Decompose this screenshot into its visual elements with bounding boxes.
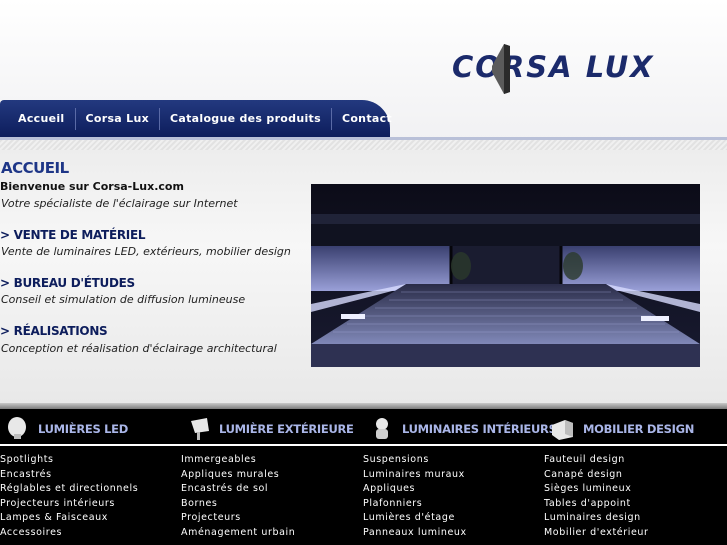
list-item[interactable]: Suspensions bbox=[363, 453, 467, 468]
list-item[interactable]: Appliques bbox=[363, 482, 467, 497]
site-logo[interactable]: CORSA LUX bbox=[452, 44, 722, 96]
outdoor-spotlight-icon bbox=[191, 418, 209, 440]
category-led-header[interactable]: LUMIÈRES LED bbox=[6, 413, 128, 445]
category-interior-header[interactable]: LUMINAIRES INTÉRIEURS bbox=[370, 413, 557, 445]
list-item[interactable]: Tables d'appoint bbox=[544, 497, 649, 512]
category-furniture-list: Fauteuil design Canapé design Sièges lum… bbox=[544, 453, 649, 540]
list-item[interactable]: Luminaires design bbox=[544, 511, 649, 526]
category-furniture-header[interactable]: MOBILIER DESIGN bbox=[551, 413, 694, 445]
list-item[interactable]: Encastrés bbox=[0, 468, 138, 483]
list-item[interactable]: Accessoires bbox=[0, 526, 138, 541]
nav-contact[interactable]: Contact bbox=[332, 108, 402, 130]
section-realisations-title[interactable]: > RÉALISATIONS bbox=[0, 324, 108, 338]
nav-corsa-lux[interactable]: Corsa Lux bbox=[76, 107, 160, 130]
category-interior-title: LUMINAIRES INTÉRIEURS bbox=[402, 422, 557, 436]
list-item[interactable]: Sièges lumineux bbox=[544, 482, 649, 497]
list-item[interactable]: Encastrés de sol bbox=[181, 482, 295, 497]
list-item[interactable]: Plafonniers bbox=[363, 497, 467, 512]
category-outdoor-list: Immergeables Appliques murales Encastrés… bbox=[181, 453, 295, 540]
section-vente-desc: Vente de luminaires LED, extérieurs, mob… bbox=[1, 245, 291, 258]
list-item[interactable]: Lumières d'étage bbox=[363, 511, 467, 526]
section-vente-title[interactable]: > VENTE DE MATÉRIEL bbox=[0, 228, 145, 242]
list-item[interactable]: Fauteuil design bbox=[544, 453, 649, 468]
list-item[interactable]: Projecteurs intérieurs bbox=[0, 497, 138, 512]
list-item[interactable]: Panneaux lumineux bbox=[363, 526, 467, 541]
category-interior-list: Suspensions Luminaires muraux Appliques … bbox=[363, 453, 467, 540]
list-item[interactable]: Luminaires muraux bbox=[363, 468, 467, 483]
list-item[interactable]: Appliques murales bbox=[181, 468, 295, 483]
main-content: ACCUEIL Bienvenue sur Corsa-Lux.com Votr… bbox=[0, 140, 727, 406]
tagline: Votre spécialiste de l'éclairage sur Int… bbox=[1, 197, 238, 210]
design-furniture-icon bbox=[552, 420, 573, 440]
list-item[interactable]: Spotlights bbox=[0, 453, 138, 468]
nav-catalogue[interactable]: Catalogue des produits bbox=[160, 107, 332, 130]
category-led-list: Spotlights Encastrés Réglables et direct… bbox=[0, 453, 138, 540]
list-item[interactable]: Immergeables bbox=[181, 453, 295, 468]
corsa-lux-logo-mark-icon bbox=[492, 44, 510, 94]
led-bulb-icon bbox=[8, 417, 26, 439]
list-item[interactable]: Bornes bbox=[181, 497, 295, 512]
featured-photo bbox=[311, 184, 700, 367]
list-item[interactable]: Lampes & Faisceaux bbox=[0, 511, 138, 526]
interior-lamp-icon bbox=[376, 418, 388, 439]
category-led-title: LUMIÈRES LED bbox=[38, 422, 128, 436]
catalogue-categories: LUMIÈRES LED LUMIÈRE EXTÉRIEURE LUMINAIR… bbox=[0, 409, 727, 545]
welcome-text: Bienvenue sur Corsa-Lux.com bbox=[0, 180, 184, 193]
page-title: ACCUEIL bbox=[1, 159, 69, 177]
categories-divider bbox=[0, 444, 727, 446]
illuminated-staircase-image bbox=[311, 184, 700, 367]
list-item[interactable]: Aménagement urbain bbox=[181, 526, 295, 541]
section-bureau-title[interactable]: > BUREAU D'ÉTUDES bbox=[0, 276, 135, 290]
list-item[interactable]: Mobilier d'extérieur bbox=[544, 526, 649, 541]
list-item[interactable]: Canapé design bbox=[544, 468, 649, 483]
category-furniture-title: MOBILIER DESIGN bbox=[583, 422, 695, 436]
list-item[interactable]: Réglables et directionnels bbox=[0, 482, 138, 497]
list-item[interactable]: Projecteurs bbox=[181, 511, 295, 526]
category-outdoor-title: LUMIÈRE EXTÉRIEURE bbox=[219, 422, 354, 436]
nav-accueil[interactable]: Accueil bbox=[8, 107, 76, 130]
main-nav: Accueil Corsa Lux Catalogue des produits… bbox=[0, 100, 392, 137]
category-outdoor-header[interactable]: LUMIÈRE EXTÉRIEURE bbox=[187, 413, 354, 445]
section-realisations-desc: Conception et réalisation d'éclairage ar… bbox=[1, 342, 277, 355]
logo-text: CORSA LUX bbox=[452, 50, 655, 84]
section-bureau-desc: Conseil et simulation de diffusion lumin… bbox=[1, 293, 246, 306]
